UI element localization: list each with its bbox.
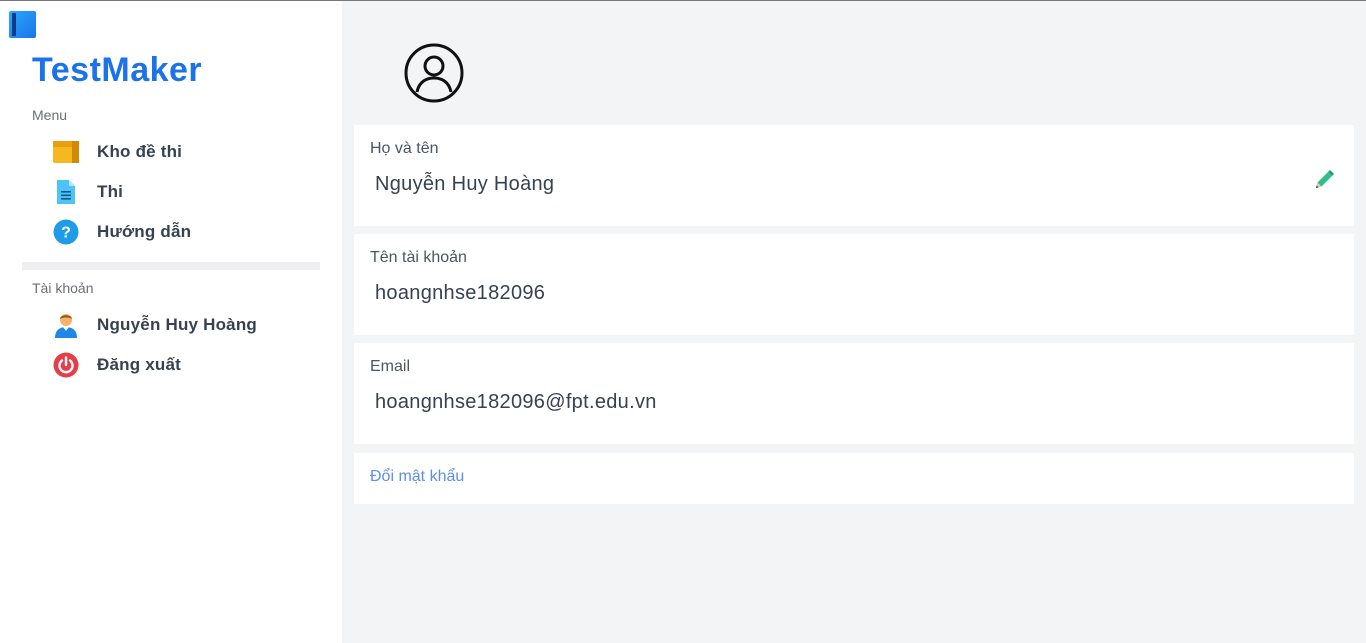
sidebar-item-question-bank[interactable]: Kho đề thi xyxy=(52,136,182,168)
change-password-card: Đổi mật khẩu xyxy=(354,453,1354,504)
username-value: hoangnhse182096 xyxy=(375,282,546,304)
username-card: Tên tài khoản hoangnhse182096 xyxy=(354,234,1354,335)
sidebar-item-label: Nguyễn Huy Hoàng xyxy=(97,315,257,334)
svg-text:?: ? xyxy=(61,225,71,242)
sidebar-item-label: Kho đề thi xyxy=(97,142,183,161)
full-name-label: Họ và tên xyxy=(370,140,439,157)
sidebar-item-exam[interactable]: Thi xyxy=(52,176,123,208)
help-icon: ? xyxy=(52,218,80,246)
sidebar-item-label: Hướng dẫn xyxy=(97,222,192,241)
power-icon xyxy=(52,351,80,379)
email-label: Email xyxy=(370,358,411,375)
folder-icon xyxy=(52,138,80,166)
change-password-link[interactable]: Đổi mật khẩu xyxy=(370,468,464,486)
sidebar-item-profile[interactable]: Nguyễn Huy Hoàng xyxy=(52,309,257,341)
sidebar-item-label: Đăng xuất xyxy=(97,355,181,374)
account-section-label: Tài khoản xyxy=(32,280,94,296)
full-name-card: Họ và tên Nguyễn Huy Hoàng xyxy=(354,125,1354,226)
sidebar-divider xyxy=(22,262,320,270)
email-card: Email hoangnhse182096@fpt.edu.vn xyxy=(354,343,1354,444)
app-logo-icon xyxy=(9,11,36,38)
sidebar-item-logout[interactable]: Đăng xuất xyxy=(52,349,181,381)
username-label: Tên tài khoản xyxy=(370,249,467,266)
brand-title[interactable]: TestMaker xyxy=(32,51,202,90)
full-name-value: Nguyễn Huy Hoàng xyxy=(375,173,555,195)
user-icon xyxy=(52,311,80,339)
edit-pencil-icon[interactable] xyxy=(1312,168,1336,192)
email-value: hoangnhse182096@fpt.edu.vn xyxy=(375,391,657,413)
sidebar: TestMaker Menu Kho đề thi Thi ? Hướng dẫ… xyxy=(0,1,342,643)
menu-section-label: Menu xyxy=(32,107,68,123)
document-icon xyxy=(52,178,80,206)
sidebar-item-guide[interactable]: ? Hướng dẫn xyxy=(52,216,191,248)
sidebar-item-label: Thi xyxy=(97,182,124,201)
user-circle-icon xyxy=(404,43,464,103)
